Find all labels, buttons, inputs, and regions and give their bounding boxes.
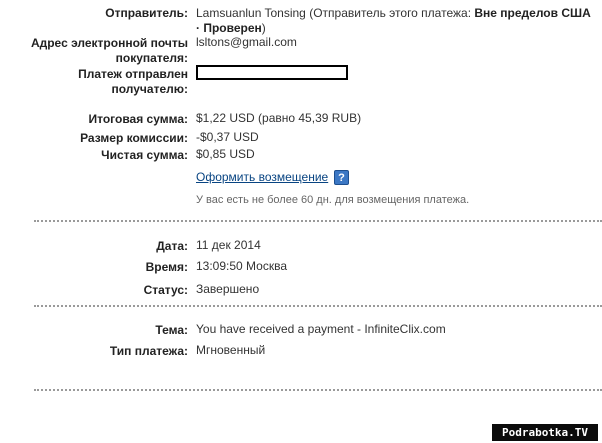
time-value: 13:09:50 Москва <box>196 259 288 273</box>
status-value: Завершено <box>196 282 260 296</box>
time-label: Время: <box>145 260 188 274</box>
watermark-logo: Podrabotka.TV <box>492 424 598 441</box>
payment-type-label: Тип платежа: <box>109 344 188 358</box>
net-value: $0,85 USD <box>196 147 255 161</box>
help-icon[interactable]: ? <box>334 170 349 185</box>
subject-label: Тема: <box>155 323 188 337</box>
sender-note-open: (Отправитель этого платежа: <box>305 6 475 20</box>
sender-name: Lamsuanlun Tonsing <box>196 6 306 20</box>
sender-note-close: ) <box>261 21 266 35</box>
divider-1 <box>34 220 602 222</box>
subject-value: You have received a payment - InfiniteCl… <box>196 322 446 336</box>
fee-label: Размер комиссии: <box>80 131 188 145</box>
net-label: Чистая сумма: <box>101 148 188 162</box>
divider-2 <box>34 305 602 307</box>
refund-note: У вас есть не более 60 дн. для возмещени… <box>196 194 470 206</box>
total-value: $1,22 USD (равно 45,39 RUB) <box>196 111 362 125</box>
divider-3 <box>34 389 602 391</box>
buyer-email-label: Адрес электронной почты покупателя: <box>30 36 188 65</box>
sender-value: Lamsuanlun Tonsing (Отправитель этого пл… <box>196 6 596 36</box>
redacted-recipient-box <box>196 65 348 80</box>
refund-link[interactable]: Оформить возмещение <box>196 170 328 185</box>
date-label: Дата: <box>156 239 188 253</box>
sender-label: Отправитель: <box>105 6 188 20</box>
payment-type-value: Мгновенный <box>196 343 266 357</box>
fee-value: -$0,37 USD <box>196 130 259 144</box>
recipient-label: Платеж отправлен получателю: <box>78 67 188 96</box>
total-label: Итоговая сумма: <box>88 112 188 126</box>
status-label: Статус: <box>143 283 188 297</box>
buyer-email-value: lsltons@gmail.com <box>196 35 297 49</box>
date-value: 11 дек 2014 <box>196 238 261 252</box>
